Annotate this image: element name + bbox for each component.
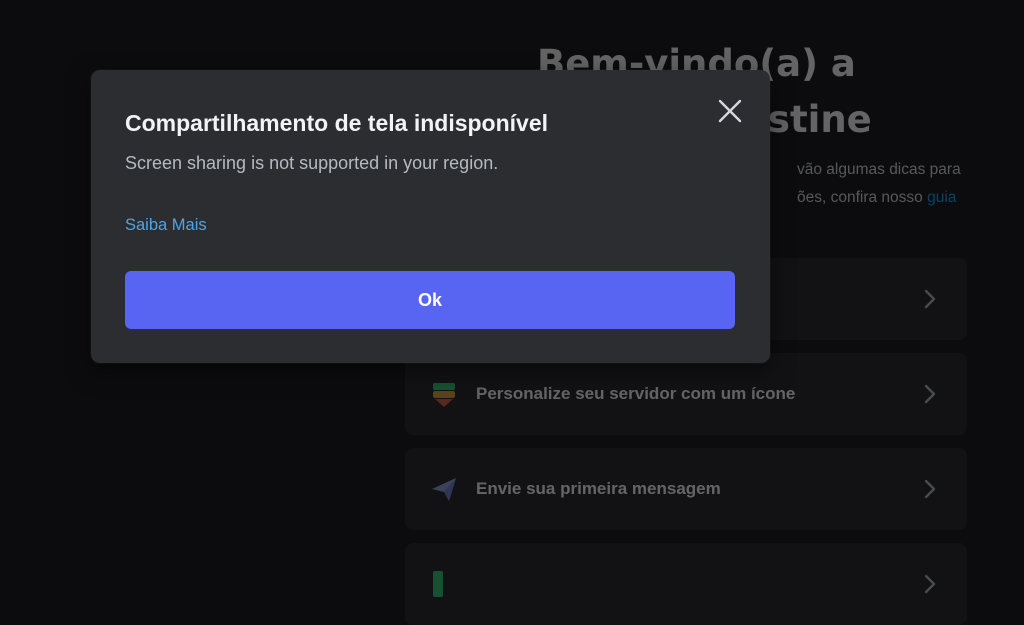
screen-share-unavailable-modal: Compartilhamento de tela indisponível Sc… <box>91 70 770 363</box>
chevron-right-icon <box>924 574 936 594</box>
chevron-right-icon <box>924 479 936 499</box>
welcome-card-server-icon[interactable]: Personalize seu servidor com um ícone <box>405 353 967 435</box>
close-icon <box>718 99 742 123</box>
welcome-card-first-message[interactable]: Envie sua primeira mensagem <box>405 448 967 530</box>
card-label: Envie sua primeira mensagem <box>476 479 721 498</box>
welcome-desc-text: ões, confira nosso <box>797 189 928 206</box>
ok-button[interactable]: Ok <box>125 271 735 329</box>
modal-title: Compartilhamento de tela indisponível <box>125 110 549 136</box>
close-button[interactable] <box>715 96 745 126</box>
server-icon <box>433 383 455 407</box>
learn-more-link[interactable]: Saiba Mais <box>125 214 207 236</box>
guide-link[interactable]: guia <box>927 189 956 206</box>
welcome-card-app[interactable] <box>405 543 967 625</box>
modal-message: Screen sharing is not supported in your … <box>125 153 499 173</box>
card-label: Personalize seu servidor com um ícone <box>476 384 796 403</box>
chevron-right-icon <box>924 384 936 404</box>
paper-plane-icon <box>432 478 456 501</box>
chevron-right-icon <box>924 289 936 309</box>
welcome-desc-text: vão algumas dicas para <box>797 161 961 178</box>
app-icon <box>433 571 443 597</box>
